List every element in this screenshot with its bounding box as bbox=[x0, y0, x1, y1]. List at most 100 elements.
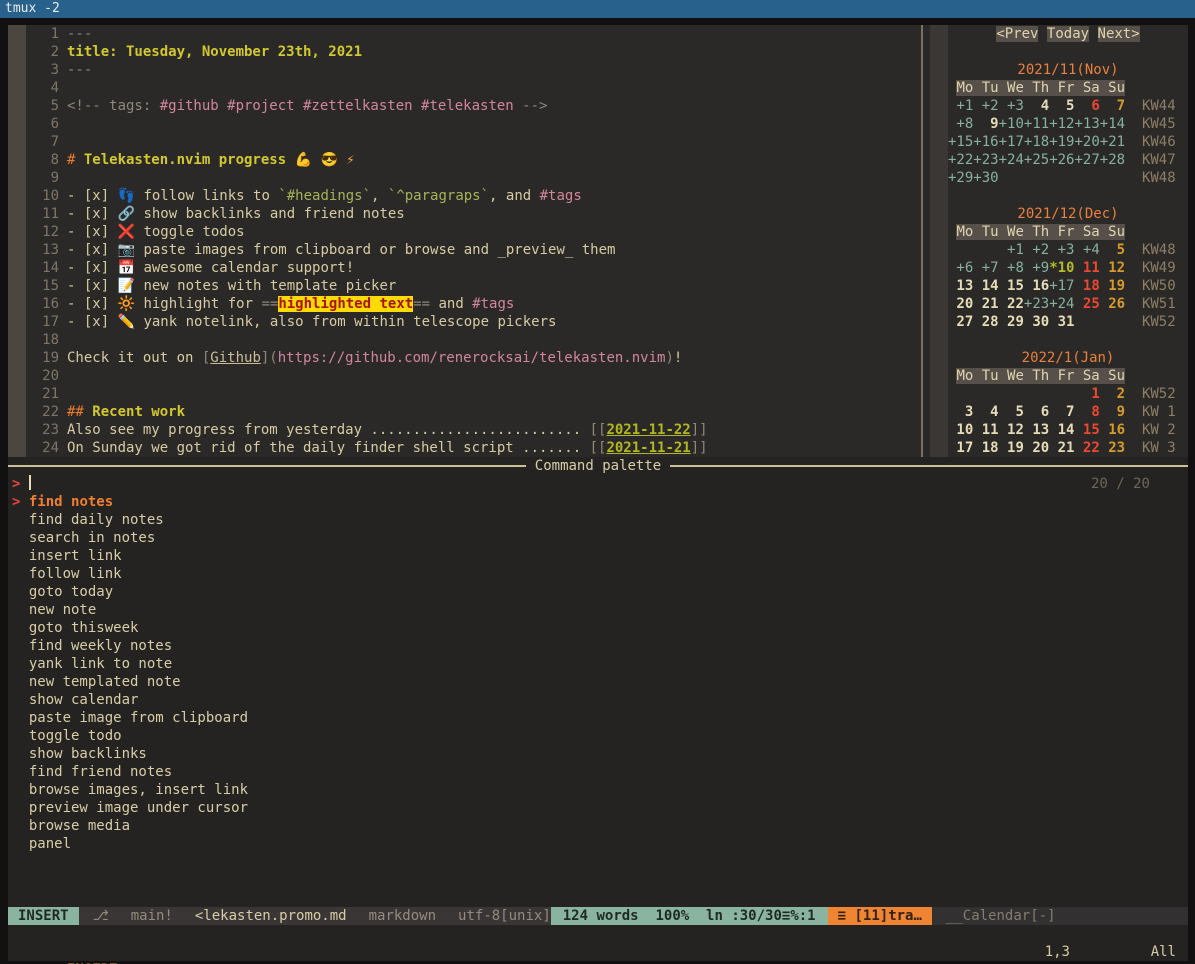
calendar-day[interactable]: +17 bbox=[1049, 278, 1074, 294]
calendar-day[interactable]: +1 bbox=[999, 242, 1024, 258]
calendar-day[interactable]: +2 bbox=[973, 98, 998, 114]
calendar-day[interactable]: 22 bbox=[1074, 440, 1099, 456]
calendar-day[interactable]: 27 bbox=[948, 314, 973, 330]
calendar-day[interactable]: +17 bbox=[999, 134, 1024, 150]
palette-item[interactable]: paste image from clipboard bbox=[8, 709, 1188, 727]
calendar-day[interactable]: 21 bbox=[973, 296, 998, 312]
calendar-day[interactable]: +24 bbox=[999, 152, 1024, 168]
calendar-day[interactable]: 4 bbox=[1024, 98, 1049, 114]
palette-item[interactable]: > find notes bbox=[8, 493, 1188, 511]
calendar-day[interactable]: 22 bbox=[999, 296, 1024, 312]
calendar-day[interactable]: +9 bbox=[1024, 260, 1049, 276]
calendar-day[interactable]: 4 bbox=[973, 404, 998, 420]
calendar-day[interactable]: 15 bbox=[1074, 422, 1099, 438]
palette-prompt-row[interactable]: > 20 / 20 bbox=[8, 475, 1188, 493]
calendar-day[interactable]: +29 bbox=[948, 170, 973, 186]
filename[interactable]: <lekasten.promo.md bbox=[195, 907, 347, 925]
palette-item[interactable]: new note bbox=[8, 601, 1188, 619]
calendar-day[interactable]: +27 bbox=[1074, 152, 1099, 168]
calendar-day[interactable]: 25 bbox=[1074, 296, 1099, 312]
calendar-day[interactable]: +13 bbox=[1074, 116, 1099, 132]
calendar-day[interactable]: +11 bbox=[1024, 116, 1049, 132]
palette-item[interactable]: toggle todo bbox=[8, 727, 1188, 745]
calendar-day[interactable]: 14 bbox=[1049, 422, 1074, 438]
note-link[interactable]: 2021-11-22 bbox=[606, 422, 690, 438]
buffer-tab-segment[interactable]: ≡ [11]tra… bbox=[828, 907, 932, 925]
note-link[interactable]: Github bbox=[210, 350, 261, 366]
palette-item[interactable]: browse images, insert link bbox=[8, 781, 1188, 799]
calendar-day[interactable]: +10 bbox=[999, 116, 1024, 132]
calendar-day[interactable]: +4 bbox=[1074, 242, 1099, 258]
calendar-day[interactable]: +12 bbox=[1049, 116, 1074, 132]
calendar-day[interactable]: 19 bbox=[1100, 278, 1125, 294]
calendar-window[interactable]: <Prev Today Next> 2021/11(Nov) Mo Tu We … bbox=[923, 25, 1188, 457]
palette-item[interactable]: new templated note bbox=[8, 673, 1188, 691]
calendar-day[interactable]: +7 bbox=[973, 260, 998, 276]
calendar-day[interactable]: +15 bbox=[948, 134, 973, 150]
command-line[interactable]: :lua require('telekasten').panel() bbox=[8, 925, 1188, 943]
calendar-day[interactable]: *10 bbox=[1049, 260, 1074, 276]
calendar-day[interactable]: +3 bbox=[999, 98, 1024, 114]
calendar-day[interactable]: +6 bbox=[948, 260, 973, 276]
calendar-day[interactable]: 17 bbox=[948, 440, 973, 456]
calendar-day[interactable]: 3 bbox=[948, 404, 973, 420]
palette-item[interactable]: panel bbox=[8, 835, 1188, 853]
command-palette[interactable]: Command palette > 20 / 20 > find notes f… bbox=[8, 457, 1188, 907]
calendar-day[interactable]: +30 bbox=[973, 170, 998, 186]
palette-item[interactable]: show backlinks bbox=[8, 745, 1188, 763]
calendar-day[interactable]: 12 bbox=[999, 422, 1024, 438]
calendar-day[interactable]: 11 bbox=[1074, 260, 1099, 276]
calendar-day[interactable]: 14 bbox=[973, 278, 998, 294]
calendar-day[interactable]: 1 bbox=[1074, 386, 1099, 402]
calendar-day[interactable]: 23 bbox=[1100, 440, 1125, 456]
palette-item[interactable]: browse media bbox=[8, 817, 1188, 835]
calendar-day[interactable]: +23 bbox=[1024, 296, 1049, 312]
calendar-day[interactable]: +22 bbox=[948, 152, 973, 168]
calendar-day[interactable]: 30 bbox=[1024, 314, 1049, 330]
calendar-day[interactable]: 5 bbox=[999, 404, 1024, 420]
calendar-day[interactable]: +8 bbox=[948, 116, 973, 132]
calendar-day[interactable]: 7 bbox=[1100, 98, 1125, 114]
calendar-day[interactable]: 6 bbox=[1024, 404, 1049, 420]
palette-item[interactable]: search in notes bbox=[8, 529, 1188, 547]
editor-window[interactable]: 1---2title: Tuesday, November 23th, 2021… bbox=[8, 25, 921, 457]
calendar-day[interactable]: 18 bbox=[973, 440, 998, 456]
calendar-day[interactable]: 26 bbox=[1100, 296, 1125, 312]
calendar-day[interactable]: +16 bbox=[973, 134, 998, 150]
palette-item[interactable]: show calendar bbox=[8, 691, 1188, 709]
calendar-day[interactable]: 20 bbox=[948, 296, 973, 312]
text-segment[interactable]: https://github.com/renerocksai/telekaste… bbox=[278, 350, 666, 366]
palette-item[interactable]: find friend notes bbox=[8, 763, 1188, 781]
calendar-day[interactable]: 10 bbox=[948, 422, 973, 438]
calendar-day[interactable]: +19 bbox=[1049, 134, 1074, 150]
palette-item[interactable]: goto thisweek bbox=[8, 619, 1188, 637]
calendar-day[interactable]: 9 bbox=[1100, 404, 1125, 420]
palette-item[interactable]: find weekly notes bbox=[8, 637, 1188, 655]
calendar-day[interactable]: +25 bbox=[1024, 152, 1049, 168]
palette-item[interactable]: insert link bbox=[8, 547, 1188, 565]
calendar-day[interactable]: +20 bbox=[1074, 134, 1099, 150]
calendar-day[interactable]: 7 bbox=[1049, 404, 1074, 420]
palette-item[interactable]: find daily notes bbox=[8, 511, 1188, 529]
note-link[interactable]: 2021-11-21 bbox=[606, 440, 690, 456]
calendar-day[interactable]: 5 bbox=[1049, 98, 1074, 114]
palette-item[interactable]: yank link to note bbox=[8, 655, 1188, 673]
calendar-day[interactable]: 9 bbox=[973, 116, 998, 132]
calendar-day[interactable]: +26 bbox=[1049, 152, 1074, 168]
calendar-day[interactable]: 31 bbox=[1049, 314, 1074, 330]
calendar-day[interactable]: 2 bbox=[1100, 386, 1125, 402]
nav-prev-button[interactable]: <Prev bbox=[996, 26, 1038, 42]
palette-item[interactable]: goto today bbox=[8, 583, 1188, 601]
calendar-day[interactable]: +23 bbox=[973, 152, 998, 168]
calendar-day[interactable]: 18 bbox=[1074, 278, 1099, 294]
calendar-day[interactable]: +21 bbox=[1100, 134, 1125, 150]
palette-item[interactable]: preview image under cursor bbox=[8, 799, 1188, 817]
calendar-day[interactable]: +28 bbox=[1100, 152, 1125, 168]
calendar-day[interactable]: 15 bbox=[999, 278, 1024, 294]
calendar-day[interactable]: 5 bbox=[1100, 242, 1125, 258]
calendar-day[interactable]: 19 bbox=[999, 440, 1024, 456]
calendar-day[interactable]: 8 bbox=[1074, 404, 1099, 420]
nav-today-button[interactable]: Today bbox=[1047, 26, 1089, 42]
calendar-day[interactable]: +3 bbox=[1049, 242, 1074, 258]
calendar-day[interactable]: +2 bbox=[1024, 242, 1049, 258]
